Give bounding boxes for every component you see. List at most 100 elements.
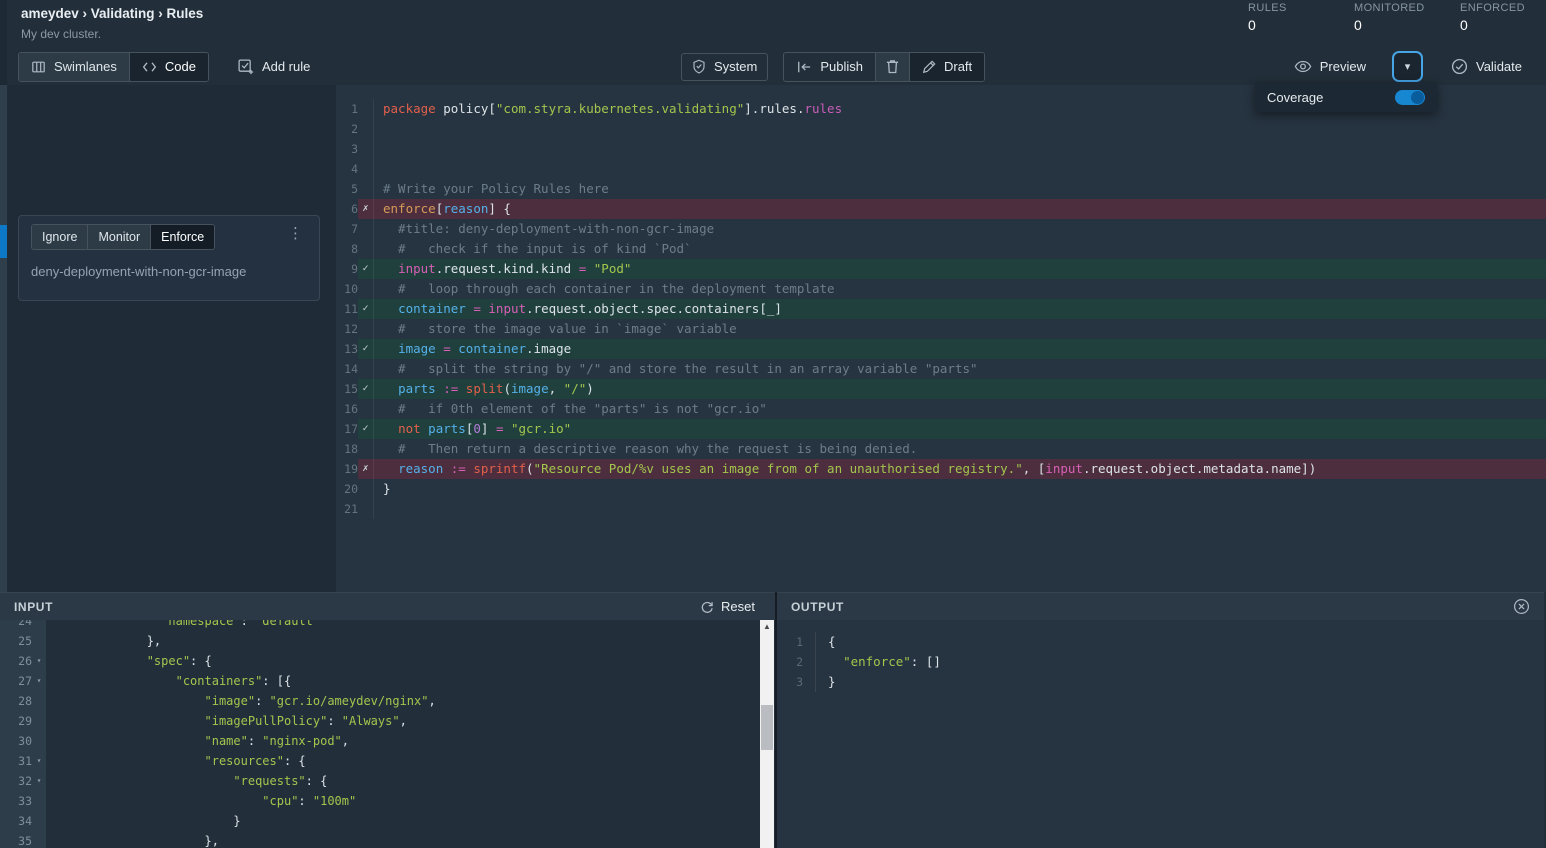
kebab-menu-icon[interactable]: ⋮ xyxy=(284,224,307,243)
preview-button[interactable]: Preview xyxy=(1284,53,1376,81)
code-text: "enforce": [] xyxy=(815,652,1544,672)
system-label: System xyxy=(714,59,757,74)
line-number: 34 xyxy=(0,811,32,831)
swimlanes-label: Swimlanes xyxy=(54,59,117,74)
coverage-mark xyxy=(358,219,373,239)
fold-caret-icon[interactable]: ▾ xyxy=(32,771,46,791)
line-number: 1 xyxy=(336,99,358,119)
code-text: "imagePullPolicy": "Always", xyxy=(46,711,775,731)
input-scrollbar[interactable]: ▲ xyxy=(760,620,774,848)
fold-gutter xyxy=(32,831,46,848)
output-code-line: 2 "enforce": [] xyxy=(777,652,1544,672)
code-text: }, xyxy=(46,631,775,651)
shield-check-icon xyxy=(692,59,706,74)
rule-mode-toggle: Ignore Monitor Enforce xyxy=(31,224,215,250)
coverage-mark xyxy=(358,279,373,299)
line-number: 27 xyxy=(0,671,32,691)
coverage-pass-icon: ✓ xyxy=(358,339,373,359)
pencil-icon xyxy=(922,60,936,74)
editor-code-line: 12 # store the image value in `image` va… xyxy=(336,319,1546,339)
validate-button[interactable]: Validate xyxy=(1441,53,1532,81)
draft-button[interactable]: Draft xyxy=(909,53,984,81)
line-number: 32 xyxy=(0,771,32,791)
line-number: 3 xyxy=(336,139,358,159)
coverage-mark xyxy=(358,399,373,419)
line-number: 4 xyxy=(336,159,358,179)
code-text: { xyxy=(815,632,1544,652)
input-code-line: 30 "name": "nginx-pod", xyxy=(0,731,775,751)
add-rule-button[interactable]: Add rule xyxy=(227,53,320,81)
input-panel: INPUT Reset 24 "namespace": "default"25 … xyxy=(0,592,777,848)
input-scrollbar-thumb[interactable] xyxy=(761,705,773,750)
output-code-line: 1{ xyxy=(777,632,1544,652)
preview-options-dropdown-button[interactable]: ▾ xyxy=(1394,53,1421,80)
code-text xyxy=(373,119,1546,139)
rule-mode-enforce[interactable]: Enforce xyxy=(150,225,214,249)
system-button[interactable]: System xyxy=(681,53,768,81)
discard-draft-button[interactable] xyxy=(875,53,909,81)
scrollbar-up-icon[interactable]: ▲ xyxy=(760,622,774,631)
monitored-counter: MONITORED 0 xyxy=(1354,2,1426,33)
rule-card: Ignore Monitor Enforce ⋮ deny-deployment… xyxy=(18,215,320,301)
fold-caret-icon[interactable]: ▾ xyxy=(32,671,46,691)
rule-mode-monitor[interactable]: Monitor xyxy=(87,225,150,249)
input-panel-header: INPUT Reset xyxy=(0,592,775,620)
editor-code-line: 20} xyxy=(336,479,1546,499)
coverage-pass-icon: ✓ xyxy=(358,299,373,319)
coverage-mark xyxy=(358,159,373,179)
fold-caret-icon[interactable]: ▾ xyxy=(32,751,46,771)
code-text: # Write your Policy Rules here xyxy=(373,179,1546,199)
input-json-editor[interactable]: 24 "namespace": "default"25 },26▾ "spec"… xyxy=(0,620,775,848)
line-number: 14 xyxy=(336,359,358,379)
editor-code-line: 14 # split the string by "/" and store t… xyxy=(336,359,1546,379)
chevron-down-icon: ▾ xyxy=(1405,60,1411,73)
output-panel-header: OUTPUT xyxy=(777,592,1544,620)
input-code-line: 25 }, xyxy=(0,631,775,651)
coverage-pass-icon: ✓ xyxy=(358,419,373,439)
editor-code-line: 13✓ image = container.image xyxy=(336,339,1546,359)
reset-button[interactable]: Reset xyxy=(694,598,761,615)
line-number: 30 xyxy=(0,731,32,751)
code-icon xyxy=(142,61,157,73)
input-code-line: 32▾ "requests": { xyxy=(0,771,775,791)
code-view-button[interactable]: Code xyxy=(129,53,208,81)
code-text: "cpu": "100m" xyxy=(46,791,775,811)
code-text: enforce[reason] { xyxy=(373,199,1546,219)
coverage-mark xyxy=(358,119,373,139)
code-text: }, xyxy=(46,831,775,848)
editor-code-line: 4 xyxy=(336,159,1546,179)
rule-counters: RULES 0 MONITORED 0 ENFORCED 0 xyxy=(1248,2,1532,33)
coverage-mark xyxy=(358,139,373,159)
breadcrumb[interactable]: ameydev › Validating › Rules xyxy=(21,6,203,21)
rules-counter: RULES 0 xyxy=(1248,2,1320,33)
input-code-line: 28 "image": "gcr.io/ameydev/nginx", xyxy=(0,691,775,711)
policy-code-editor[interactable]: 1package policy["com.styra.kubernetes.va… xyxy=(336,85,1546,592)
left-edge-strip xyxy=(0,85,7,592)
output-close-button[interactable] xyxy=(1513,598,1530,615)
publish-button[interactable]: Publish xyxy=(784,53,875,81)
line-number: 16 xyxy=(336,399,358,419)
code-text: # if 0th element of the "parts" is not "… xyxy=(373,399,1546,419)
code-text: } xyxy=(46,811,775,831)
editor-code-line: 18 # Then return a descriptive reason wh… xyxy=(336,439,1546,459)
fold-caret-icon[interactable]: ▾ xyxy=(32,651,46,671)
editor-code-line: 16 # if 0th element of the "parts" is no… xyxy=(336,399,1546,419)
code-text: "spec": { xyxy=(46,651,775,671)
coverage-fail-icon: ✗ xyxy=(358,459,373,479)
coverage-toggle[interactable] xyxy=(1395,90,1425,105)
line-number: 2 xyxy=(336,119,358,139)
coverage-label: Coverage xyxy=(1267,90,1323,105)
input-json-lines: 24 "namespace": "default"25 },26▾ "spec"… xyxy=(0,620,775,848)
line-number: 17 xyxy=(336,419,358,439)
output-code-line: 3} xyxy=(777,672,1544,692)
fold-gutter xyxy=(32,811,46,831)
input-code-line: 26▾ "spec": { xyxy=(0,651,775,671)
code-text: image = container.image xyxy=(373,339,1546,359)
code-text: # loop through each container in the dep… xyxy=(373,279,1546,299)
enforced-counter: ENFORCED 0 xyxy=(1460,2,1532,33)
rule-mode-ignore[interactable]: Ignore xyxy=(32,225,87,249)
swimlanes-view-button[interactable]: Swimlanes xyxy=(19,53,129,81)
editor-code-line: 9✓ input.request.kind.kind = "Pod" xyxy=(336,259,1546,279)
input-code-line: 27▾ "containers": [{ xyxy=(0,671,775,691)
code-text: input.request.kind.kind = "Pod" xyxy=(373,259,1546,279)
